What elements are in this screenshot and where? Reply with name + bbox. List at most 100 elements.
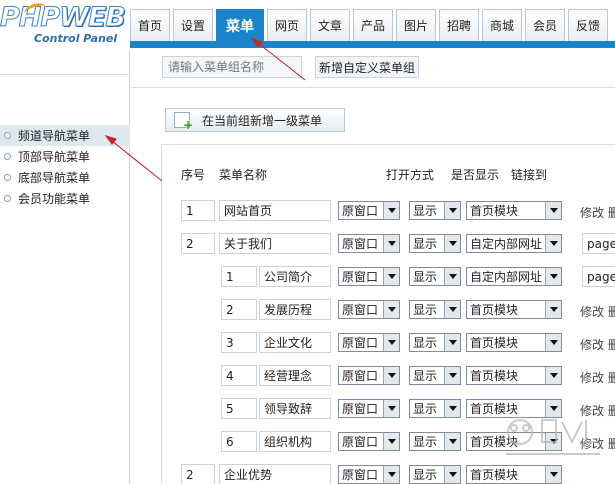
- link-target-value: 首页模块: [470, 303, 519, 317]
- open-mode-select[interactable]: 原窗口: [338, 234, 400, 253]
- visible-select[interactable]: 显示: [409, 333, 461, 352]
- row-actions[interactable]: 修改 删: [580, 369, 615, 386]
- chevron-down-icon: [444, 433, 460, 450]
- tab-articles[interactable]: 文章: [310, 9, 350, 41]
- visible-select[interactable]: 显示: [409, 432, 461, 451]
- chevron-down-icon: [545, 268, 561, 285]
- row-actions[interactable]: 修改 删: [580, 435, 615, 452]
- link-target-select[interactable]: 首页模块: [466, 465, 562, 484]
- custom-url-input[interactable]: page/: [582, 266, 615, 287]
- tab-home[interactable]: 首页: [130, 9, 170, 41]
- tab-images[interactable]: 图片: [396, 9, 436, 41]
- link-target-select[interactable]: 首页模块: [466, 399, 562, 418]
- open-mode-select[interactable]: 原窗口: [338, 333, 400, 352]
- menu-name-input[interactable]: 网站首页: [219, 200, 331, 221]
- header: PHPWEB Control Panel 首页 设置 菜单 网页 文章 产品 图…: [0, 0, 615, 50]
- visible-value: 显示: [413, 402, 438, 416]
- link-target-select[interactable]: 首页模块: [466, 366, 562, 385]
- bullet-icon: [4, 132, 11, 139]
- sidebar-item-bottom-nav[interactable]: 底部导航菜单: [0, 167, 130, 188]
- chevron-down-icon: [444, 367, 460, 384]
- menu-name-input[interactable]: 组织机构: [259, 431, 331, 452]
- sidebar-item-label: 顶部导航菜单: [18, 150, 91, 164]
- visible-value: 显示: [413, 468, 438, 482]
- row-actions[interactable]: 修改 删: [580, 336, 615, 353]
- phpweb-logo: PHPWEB Control Panel: [0, 0, 128, 48]
- menu-order-input[interactable]: 3: [221, 332, 257, 353]
- link-target-select[interactable]: 首页模块: [466, 333, 562, 352]
- tab-products[interactable]: 产品: [353, 9, 393, 41]
- chevron-down-icon: [383, 367, 399, 384]
- menu-order-input[interactable]: 2: [221, 299, 257, 320]
- open-mode-select[interactable]: 原窗口: [338, 201, 400, 220]
- open-mode-select[interactable]: 原窗口: [338, 267, 400, 286]
- menu-order-input[interactable]: 5: [221, 398, 257, 419]
- visible-value: 显示: [413, 435, 438, 449]
- tab-settings[interactable]: 设置: [173, 9, 213, 41]
- menu-order-input[interactable]: 6: [221, 431, 257, 452]
- row-actions[interactable]: 修改 删: [580, 204, 615, 221]
- menu-name-input[interactable]: 公司简介: [259, 266, 331, 287]
- visible-select[interactable]: 显示: [409, 465, 461, 484]
- link-target-select[interactable]: 首页模块: [466, 432, 562, 451]
- visible-select[interactable]: 显示: [409, 399, 461, 418]
- chevron-down-icon: [444, 202, 460, 219]
- tab-feedback[interactable]: 反馈: [568, 9, 608, 41]
- menu-name-input[interactable]: 企业文化: [259, 332, 331, 353]
- link-target-value: 首页模块: [470, 369, 519, 383]
- visible-select[interactable]: 显示: [409, 201, 461, 220]
- menu-group-toolbar: 新增自定义菜单组: [131, 48, 615, 88]
- visible-value: 显示: [413, 369, 438, 383]
- link-target-select[interactable]: 首页模块: [466, 300, 562, 319]
- chevron-down-icon: [444, 400, 460, 417]
- sidebar-item-top-nav[interactable]: 顶部导航菜单: [0, 146, 130, 167]
- link-target-value: 首页模块: [470, 435, 519, 449]
- sidebar-item-member-menu[interactable]: 会员功能菜单: [0, 188, 130, 209]
- open-mode-select[interactable]: 原窗口: [338, 465, 400, 484]
- add-top-level-menu-label: 在当前组新增一级菜单: [202, 113, 323, 128]
- chevron-down-icon: [383, 202, 399, 219]
- open-mode-select[interactable]: 原窗口: [338, 399, 400, 418]
- row-actions[interactable]: 修改 删: [580, 402, 615, 419]
- chevron-down-icon: [383, 466, 399, 483]
- open-mode-select[interactable]: 原窗口: [338, 432, 400, 451]
- menu-name-input[interactable]: 企业优势: [219, 464, 331, 484]
- menu-order-input[interactable]: 1: [181, 200, 215, 221]
- menu-name-input[interactable]: 领导致辞: [259, 398, 331, 419]
- open-mode-select[interactable]: 原窗口: [338, 366, 400, 385]
- visible-select[interactable]: 显示: [409, 300, 461, 319]
- row-actions[interactable]: 修改 删: [580, 303, 615, 320]
- open-mode-select[interactable]: 原窗口: [338, 300, 400, 319]
- visible-select[interactable]: 显示: [409, 267, 461, 286]
- menu-group-name-input[interactable]: [162, 56, 302, 78]
- menu-order-input[interactable]: 1: [221, 266, 257, 287]
- tab-shop[interactable]: 商城: [482, 9, 522, 41]
- link-target-select[interactable]: 自定内部网址: [466, 234, 562, 253]
- chevron-down-icon: [383, 334, 399, 351]
- visible-select[interactable]: 显示: [409, 366, 461, 385]
- menu-order-input[interactable]: 2: [181, 464, 215, 484]
- chevron-down-icon: [545, 367, 561, 384]
- menu-order-input[interactable]: 4: [221, 365, 257, 386]
- menu-name-input[interactable]: 关于我们: [219, 233, 331, 254]
- menu-order-input[interactable]: 2: [181, 233, 215, 254]
- tab-pages[interactable]: 网页: [267, 9, 307, 41]
- menu-name-input[interactable]: 发展历程: [259, 299, 331, 320]
- tab-menu[interactable]: 菜单: [216, 9, 264, 42]
- custom-url-input[interactable]: page/: [582, 233, 615, 254]
- visible-value: 显示: [413, 336, 438, 350]
- visible-value: 显示: [413, 270, 438, 284]
- tab-jobs[interactable]: 招聘: [439, 9, 479, 41]
- link-target-select[interactable]: 首页模块: [466, 201, 562, 220]
- link-target-value: 首页模块: [470, 468, 519, 482]
- sidebar-item-channel-nav[interactable]: 频道导航菜单: [0, 125, 130, 146]
- visible-select[interactable]: 显示: [409, 234, 461, 253]
- menu-name-input[interactable]: 经营理念: [259, 365, 331, 386]
- open-mode-value: 原窗口: [342, 402, 379, 416]
- chevron-down-icon: [545, 400, 561, 417]
- open-mode-value: 原窗口: [342, 435, 379, 449]
- add-custom-group-button[interactable]: 新增自定义菜单组: [315, 56, 419, 78]
- tab-members[interactable]: 会员: [525, 9, 565, 41]
- add-top-level-menu-button[interactable]: 在当前组新增一级菜单: [165, 108, 345, 132]
- link-target-select[interactable]: 自定内部网址: [466, 267, 562, 286]
